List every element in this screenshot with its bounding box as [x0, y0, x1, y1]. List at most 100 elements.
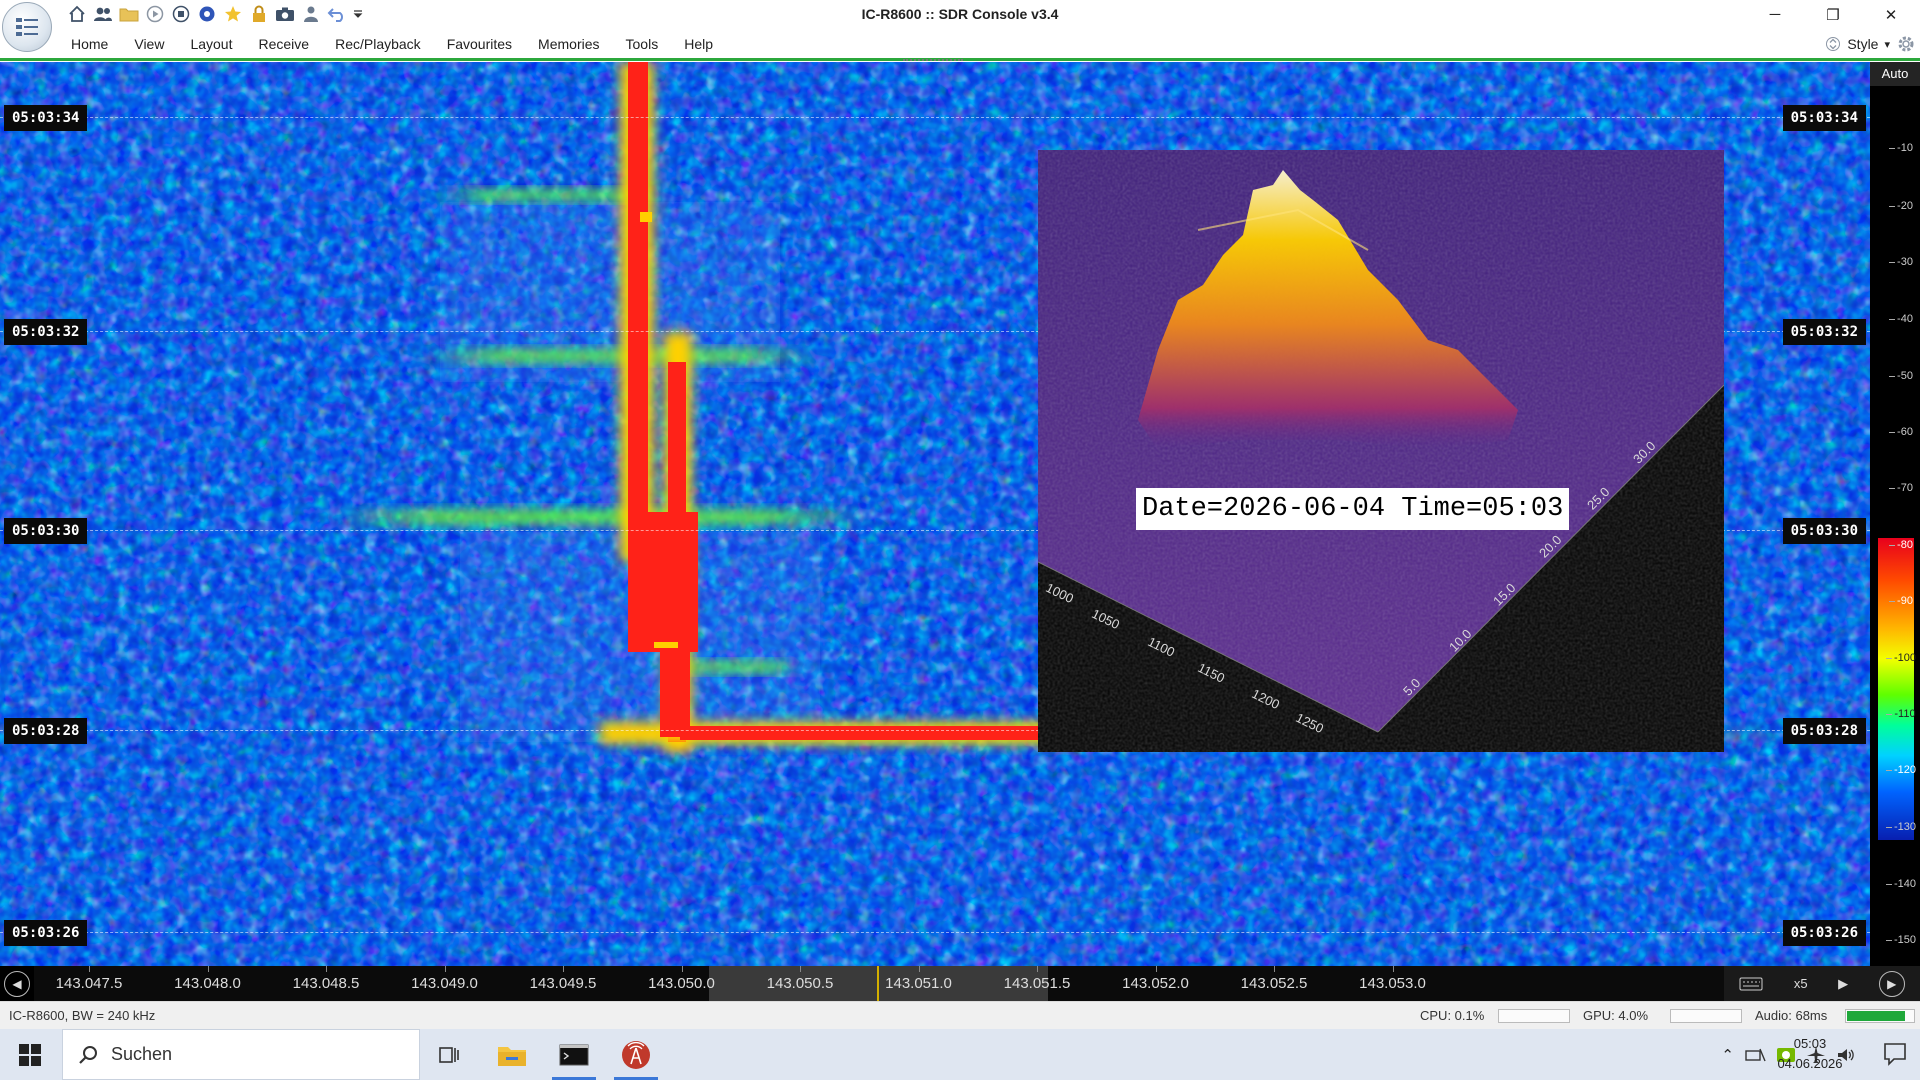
- quick-access-toolbar: [66, 2, 364, 26]
- frequency-tick: [681, 966, 683, 972]
- level-tick: -80: [1884, 539, 1918, 551]
- menu-memories[interactable]: Memories: [525, 29, 612, 59]
- folder-icon[interactable]: [118, 3, 140, 25]
- cpu-meter: [1498, 1009, 1570, 1023]
- taskbar-clock[interactable]: 05:03 04.06.2026: [1762, 1034, 1858, 1074]
- menu-favourites[interactable]: Favourites: [434, 29, 525, 59]
- frequency-tick: [89, 966, 90, 972]
- level-tick: -130: [1884, 821, 1918, 833]
- style-label: Style: [1847, 36, 1879, 52]
- play-icon[interactable]: [144, 3, 166, 25]
- audio-meter-fill: [1847, 1011, 1905, 1021]
- level-tick: -50: [1884, 370, 1918, 382]
- frequency-label: 143.053.0: [1359, 975, 1426, 992]
- minimize-button[interactable]: ─: [1746, 0, 1804, 29]
- scroll-left-button[interactable]: ◀︎: [4, 971, 30, 997]
- application-menu-button[interactable]: [2, 2, 52, 52]
- style-menu[interactable]: Style ▾: [1825, 31, 1916, 57]
- menu-receive[interactable]: Receive: [246, 29, 323, 59]
- level-tick: -40: [1884, 313, 1918, 325]
- notification-center-icon[interactable]: [1882, 1041, 1908, 1067]
- dropdown-icon[interactable]: [352, 3, 364, 25]
- menu-tools[interactable]: Tools: [613, 29, 672, 59]
- menu-help[interactable]: Help: [671, 29, 726, 59]
- frequency-tick: [326, 966, 327, 972]
- stop-icon[interactable]: [170, 3, 192, 25]
- time-gridline: 05:03:34 05:03:34: [0, 105, 1870, 131]
- level-scale[interactable]: Auto -10 -20 -30 -40 -50 -60 -70 -80 -90…: [1870, 62, 1920, 966]
- sdr-console-window: IC-R8600 :: SDR Console v3.4 ─ ❐ ✕ Home …: [0, 0, 1920, 1080]
- terminal-icon: [559, 1044, 589, 1065]
- globe-icon[interactable]: [196, 3, 218, 25]
- home-icon[interactable]: [66, 3, 88, 25]
- zoom-level[interactable]: x5: [1794, 976, 1808, 991]
- frequency-label: 143.049.0: [411, 975, 478, 992]
- frequency-label: 143.048.0: [174, 975, 241, 992]
- time-label-right: 05:03:28: [1782, 718, 1866, 744]
- frequency-label: 143.051.0: [885, 975, 952, 992]
- waterfall-display[interactable]: 05:03:34 05:03:34 05:03:32 05:03:32 05:0…: [0, 62, 1870, 966]
- gpu-usage: GPU: 4.0%: [1583, 1008, 1649, 1023]
- frequency-label: 143.052.5: [1240, 975, 1308, 992]
- time-gridline: 05:03:26 05:03:26: [0, 920, 1870, 946]
- frequency-tick: [444, 966, 446, 972]
- menu-bar: Home View Layout Receive Rec/Playback Fa…: [0, 29, 1920, 59]
- frequency-tick: [918, 966, 920, 972]
- restore-button[interactable]: ❐: [1804, 0, 1862, 29]
- audio-meter: [1845, 1009, 1915, 1023]
- keyboard-icon[interactable]: [1739, 976, 1763, 992]
- users-icon[interactable]: [92, 3, 114, 25]
- frequency-label: 143.048.5: [292, 975, 360, 992]
- search-placeholder: Suchen: [111, 1044, 173, 1064]
- sdr-console-app[interactable]: [608, 1029, 664, 1080]
- frequency-bar: ◀︎ 143.047.5 143.048.0 143.048.5 143.049.0 1…: [0, 966, 1920, 1001]
- level-tick: -150: [1884, 934, 1918, 946]
- scroll-right-button[interactable]: ▶: [1878, 970, 1905, 997]
- center-frequency-marker[interactable]: [877, 966, 879, 1001]
- frequency-label: 143.051.5: [1003, 975, 1071, 992]
- camera-icon[interactable]: [274, 3, 296, 25]
- person-icon[interactable]: [300, 3, 322, 25]
- file-explorer-app[interactable]: [484, 1029, 540, 1080]
- task-view-button[interactable]: [422, 1029, 478, 1080]
- spectrum-3d-inset: Date=2026-06-04 Time=05:03 1000 1050 110…: [1038, 150, 1724, 752]
- frequency-label: 143.049.5: [529, 975, 597, 992]
- close-button[interactable]: ✕: [1862, 0, 1920, 29]
- level-tick: -10: [1884, 142, 1918, 154]
- lock-icon[interactable]: [248, 3, 270, 25]
- frequency-tick: [207, 966, 209, 972]
- search-icon: [79, 1045, 97, 1064]
- chevron-up-icon[interactable]: ⌃: [1721, 1046, 1734, 1064]
- taskbar-search[interactable]: Suchen: [62, 1029, 420, 1080]
- menu-view[interactable]: View: [121, 29, 177, 59]
- level-tick: -70: [1884, 482, 1918, 494]
- level-color-bar[interactable]: [1878, 538, 1914, 840]
- terminal-app[interactable]: [546, 1029, 602, 1080]
- audio-latency: Audio: 68ms: [1755, 1008, 1828, 1023]
- start-button[interactable]: [0, 1029, 60, 1080]
- gpu-meter: [1670, 1009, 1742, 1023]
- level-auto-button[interactable]: Auto: [1870, 62, 1920, 86]
- time-label-right: 05:03:32: [1782, 319, 1866, 345]
- radio-tower-icon: [622, 1040, 650, 1069]
- inset-date-label: Date=2026-06-04 Time=05:03: [1136, 488, 1570, 530]
- time-label-left: 05:03:26: [4, 920, 88, 946]
- frequency-tick: [1274, 966, 1275, 972]
- spectrum-3d-surface: [1038, 150, 1724, 733]
- menu-items: Home View Layout Receive Rec/Playback Fa…: [58, 29, 726, 59]
- menu-home[interactable]: Home: [58, 29, 121, 59]
- zoom-dropdown-arrow-icon[interactable]: ▶: [1838, 976, 1848, 992]
- undo-icon[interactable]: [326, 3, 348, 25]
- radio-status: IC-R8600, BW = 240 kHz: [9, 1008, 156, 1023]
- menu-rec-playback[interactable]: Rec/Playback: [322, 29, 434, 59]
- frequency-label: 143.052.0: [1122, 975, 1189, 992]
- time-label-right: 05:03:30: [1782, 518, 1866, 544]
- gear-icon[interactable]: [1896, 34, 1916, 54]
- frequency-label: 143.050.0: [648, 975, 715, 992]
- menu-layout[interactable]: Layout: [177, 29, 245, 59]
- frequency-tick: [1392, 966, 1394, 972]
- frequency-axis[interactable]: 143.047.5 143.048.0 143.048.5 143.049.0 143.…: [34, 966, 1724, 1001]
- frequency-tick: [800, 966, 801, 972]
- task-view-icon: [439, 1046, 459, 1063]
- star-icon[interactable]: [222, 3, 244, 25]
